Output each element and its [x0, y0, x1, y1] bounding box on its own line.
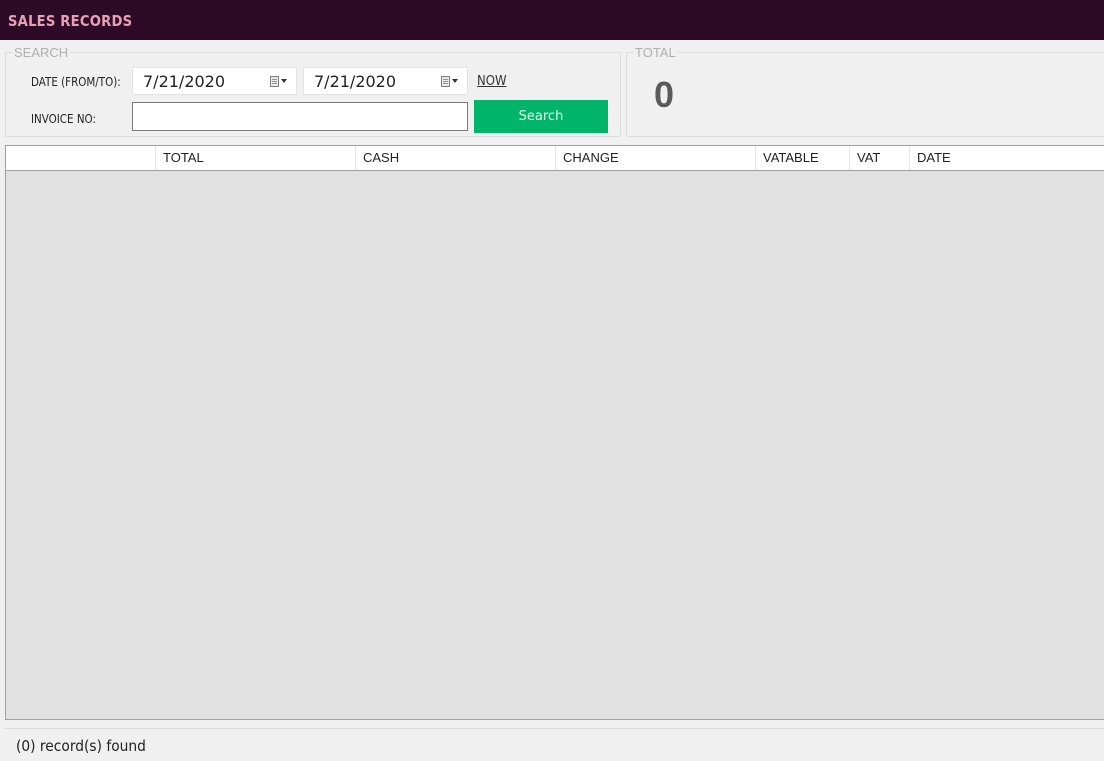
- invoice-input[interactable]: [132, 102, 468, 131]
- column-header-total[interactable]: TOTAL: [156, 146, 356, 170]
- column-header-vatable[interactable]: VATABLE: [756, 146, 850, 170]
- date-to-value: 7/21/2020: [314, 72, 397, 91]
- calendar-dropdown-icon[interactable]: [441, 76, 459, 88]
- grid-header: TOTAL CASH CHANGE VATABLE VAT DATE: [6, 146, 1104, 171]
- column-header-change[interactable]: CHANGE: [556, 146, 756, 170]
- column-header-date[interactable]: DATE: [910, 146, 1104, 170]
- now-link[interactable]: NOW: [477, 74, 507, 89]
- record-count-status: (0) record(s) found: [16, 737, 146, 755]
- date-from-picker[interactable]: 7/21/2020: [132, 67, 297, 95]
- status-bar: (0) record(s) found: [5, 728, 1104, 761]
- search-legend: SEARCH: [14, 45, 69, 60]
- date-from-value: 7/21/2020: [143, 72, 226, 91]
- calendar-dropdown-icon[interactable]: [270, 76, 288, 88]
- sales-records-grid[interactable]: TOTAL CASH CHANGE VATABLE VAT DATE: [5, 145, 1104, 720]
- column-header-cash[interactable]: CASH: [356, 146, 556, 170]
- date-range-label: DATE (FROM/TO):: [31, 75, 121, 89]
- date-to-picker[interactable]: 7/21/2020: [303, 67, 468, 95]
- column-header-vat[interactable]: VAT: [850, 146, 910, 170]
- invoice-label: INVOICE NO:: [31, 112, 96, 126]
- total-legend: TOTAL: [635, 45, 676, 60]
- total-value: 0: [654, 74, 675, 115]
- window-title: SALES RECORDS: [8, 12, 133, 30]
- search-button[interactable]: Search: [474, 100, 608, 133]
- column-header-row-selector[interactable]: [6, 146, 156, 170]
- total-group: TOTAL: [626, 45, 1104, 137]
- title-bar: SALES RECORDS: [0, 0, 1104, 40]
